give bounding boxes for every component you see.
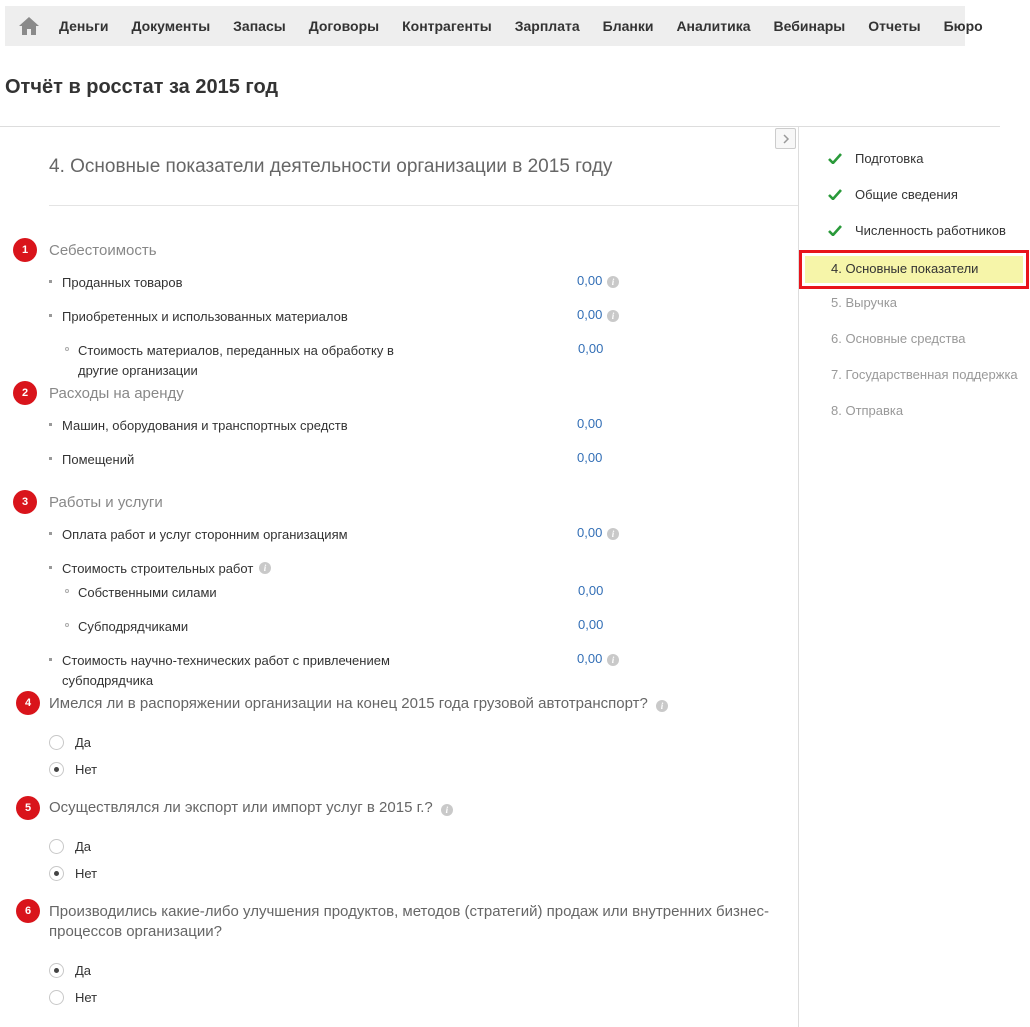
- info-icon[interactable]: i: [607, 654, 619, 666]
- bullet: [49, 532, 52, 535]
- bullet: [49, 658, 52, 661]
- nav-item-contractors[interactable]: Контрагенты: [402, 18, 492, 34]
- value-field[interactable]: 0,00: [578, 341, 603, 356]
- row-label: Стоимость научно-технических работ с при…: [62, 653, 390, 688]
- step-preparation[interactable]: Подготовка: [855, 151, 923, 166]
- check-icon: [828, 225, 842, 236]
- check-icon: [828, 153, 842, 164]
- step-fixed-assets[interactable]: 6. Основные средства: [831, 331, 965, 346]
- value-field[interactable]: 0,00: [577, 416, 602, 431]
- bullet: [49, 423, 52, 426]
- info-icon[interactable]: i: [607, 310, 619, 322]
- step-main-indicators[interactable]: 4. Основные показатели: [799, 250, 1029, 289]
- radio-label: Да: [75, 735, 92, 750]
- sub-bullet: [65, 347, 69, 351]
- step-badge-5: 5: [16, 796, 40, 820]
- nav-item-reports[interactable]: Отчеты: [868, 18, 920, 34]
- info-icon[interactable]: i: [259, 562, 271, 574]
- step-label: 4. Основные показатели: [831, 261, 979, 276]
- step-revenue[interactable]: 5. Выручка: [831, 295, 897, 310]
- nav-menu: Деньги Документы Запасы Договоры Контраг…: [59, 6, 1006, 46]
- top-nav: Деньги Документы Запасы Договоры Контраг…: [5, 6, 983, 46]
- radio-truck-no[interactable]: [49, 762, 64, 777]
- value-field[interactable]: 0,00: [577, 307, 602, 322]
- value-field[interactable]: 0,00: [578, 583, 603, 598]
- radio-label: Нет: [75, 866, 98, 881]
- step-badge-6: 6: [16, 899, 40, 923]
- question-truck: Имелся ли в распоряжении организации на …: [49, 694, 789, 714]
- row-label: Стоимость строительных работ: [62, 561, 254, 576]
- check-icon: [828, 189, 842, 200]
- nav-item-bureau[interactable]: Бюро: [944, 18, 983, 34]
- step-general-info[interactable]: Общие сведения: [855, 187, 958, 202]
- section-title: 4. Основные показатели деятельности орга…: [49, 156, 613, 177]
- nav-item-documents[interactable]: Документы: [131, 18, 210, 34]
- nav-item-money[interactable]: Деньги: [59, 18, 108, 34]
- nav-item-webinars[interactable]: Вебинары: [774, 18, 846, 34]
- bullet: [49, 314, 52, 317]
- bullet: [49, 566, 52, 569]
- step-badge-2: 2: [13, 381, 37, 405]
- section-divider: [49, 205, 798, 206]
- home-icon[interactable]: [18, 16, 40, 36]
- sub-bullet: [65, 623, 69, 627]
- nav-item-salary[interactable]: Зарплата: [515, 18, 580, 34]
- divider: [0, 126, 1000, 127]
- radio-export-no[interactable]: [49, 866, 64, 881]
- question-text: Осуществлялся ли экспорт или импорт услу…: [49, 799, 433, 816]
- page-title: Отчёт в росстат за 2015 год: [5, 76, 279, 98]
- step-employees[interactable]: Численность работников: [855, 223, 1006, 238]
- group-title-cost: Себестоимость: [49, 242, 157, 259]
- value-field[interactable]: 0,00: [577, 651, 602, 666]
- radio-improvements-yes[interactable]: [49, 963, 64, 978]
- step-badge-3: 3: [13, 490, 37, 514]
- nav-item-analytics[interactable]: Аналитика: [676, 18, 750, 34]
- value-field[interactable]: 0,00: [578, 617, 603, 632]
- value-field[interactable]: 0,00: [577, 525, 602, 540]
- value-field[interactable]: 0,00: [577, 273, 602, 288]
- row-label: Стоимость материалов, переданных на обра…: [78, 343, 394, 378]
- question-text: Имелся ли в распоряжении организации на …: [49, 695, 648, 712]
- chevron-right-icon: [783, 134, 790, 144]
- nav-item-stock[interactable]: Запасы: [233, 18, 286, 34]
- info-icon[interactable]: i: [440, 804, 453, 816]
- row-label: Помещений: [62, 452, 135, 467]
- question-improvements: Производились какие-либо улучшения проду…: [49, 903, 769, 940]
- radio-improvements-no[interactable]: [49, 990, 64, 1005]
- value-field[interactable]: 0,00: [577, 450, 602, 465]
- bullet: [49, 280, 52, 283]
- info-icon[interactable]: i: [607, 276, 619, 288]
- radio-export-yes[interactable]: [49, 839, 64, 854]
- radio-label: Нет: [75, 762, 98, 777]
- row-label: Проданных товаров: [62, 275, 183, 290]
- info-icon[interactable]: i: [607, 528, 619, 540]
- info-icon[interactable]: i: [656, 700, 668, 712]
- step-state-support[interactable]: 7. Государственная поддержка: [831, 367, 1018, 382]
- group-title-rent: Расходы на аренду: [49, 385, 184, 402]
- question-export: Осуществлялся ли экспорт или импорт услу…: [49, 798, 789, 818]
- collapse-sidebar-button[interactable]: [775, 128, 796, 149]
- row-label: Приобретенных и использованных материало…: [62, 309, 348, 324]
- radio-label: Да: [75, 963, 92, 978]
- sub-bullet: [65, 589, 69, 593]
- radio-label: Нет: [75, 990, 98, 1005]
- step-send[interactable]: 8. Отправка: [831, 403, 903, 418]
- group-title-works: Работы и услуги: [49, 494, 163, 511]
- row-label: Машин, оборудования и транспортных средс…: [62, 418, 348, 433]
- row-label: Оплата работ и услуг сторонним организац…: [62, 527, 348, 542]
- nav-item-forms[interactable]: Бланки: [603, 18, 654, 34]
- row-label: Собственными силами: [78, 585, 217, 600]
- radio-truck-yes[interactable]: [49, 735, 64, 750]
- step-badge-4: 4: [16, 691, 40, 715]
- bullet: [49, 457, 52, 460]
- nav-item-contracts[interactable]: Договоры: [309, 18, 379, 34]
- row-label: Субподрядчиками: [78, 619, 189, 634]
- step-badge-1: 1: [13, 238, 37, 262]
- radio-label: Да: [75, 839, 92, 854]
